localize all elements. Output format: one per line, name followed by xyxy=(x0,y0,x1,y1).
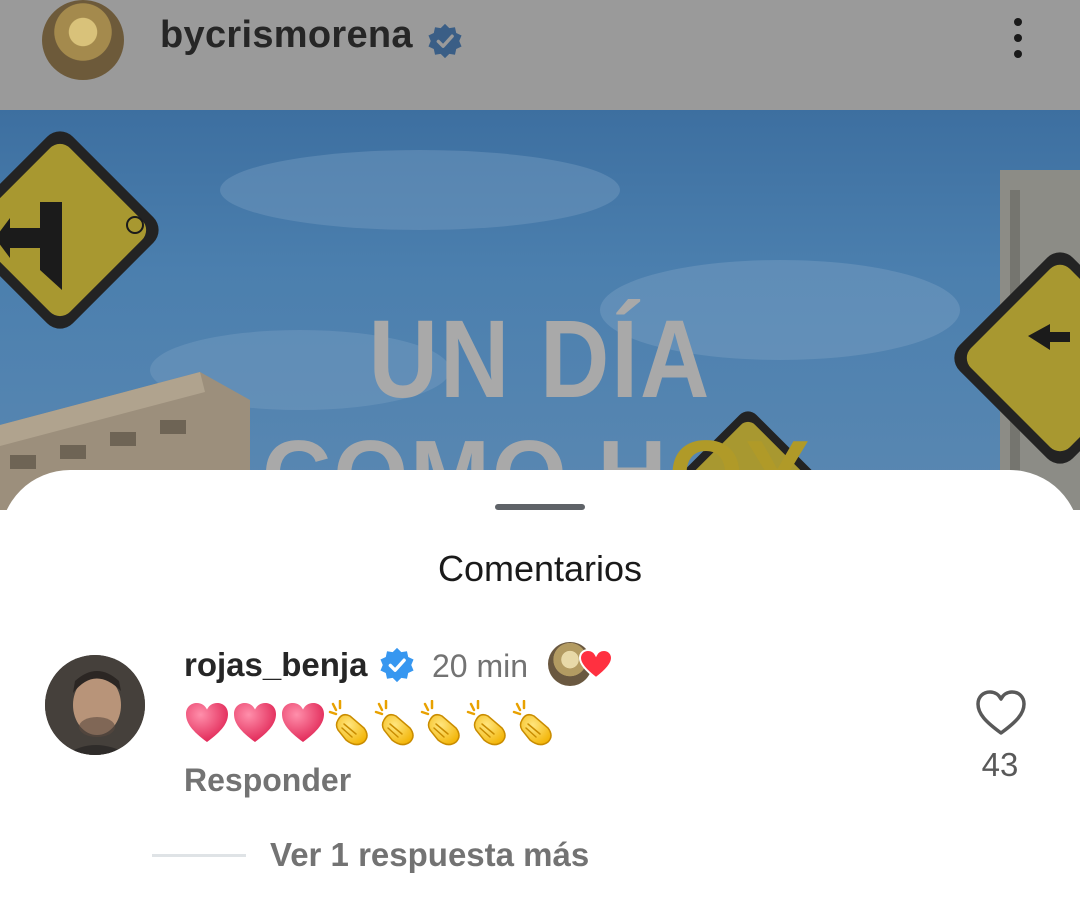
more-vertical-icon[interactable] xyxy=(1000,14,1036,62)
verified-badge-icon xyxy=(380,647,414,683)
author-avatar[interactable] xyxy=(42,0,124,80)
verified-badge-icon xyxy=(428,23,462,59)
drag-handle[interactable] xyxy=(495,504,585,510)
post-header: bycrismorena xyxy=(0,0,1080,110)
liked-by-author-badge xyxy=(548,642,614,688)
view-more-replies-button[interactable]: Ver 1 respuesta más xyxy=(270,836,589,874)
comment-timestamp: 20 min xyxy=(432,648,529,684)
replies-divider xyxy=(152,854,246,857)
reply-button[interactable]: Responder xyxy=(184,762,351,799)
commenter-username[interactable]: rojas_benja xyxy=(184,646,367,684)
heart-outline-icon[interactable] xyxy=(974,688,1028,738)
red-heart-emoji xyxy=(234,703,276,742)
clapping-hands-emoji xyxy=(420,700,460,746)
commenter-avatar-art xyxy=(45,655,145,755)
comments-sheet: Comentarios rojas_benja 20 min Responder… xyxy=(0,470,1080,904)
heart-filled-icon xyxy=(578,648,614,680)
like-count: 43 xyxy=(981,746,1019,783)
post-title-text: UN DÍA xyxy=(368,297,712,421)
author-username[interactable]: bycrismorena xyxy=(160,14,413,57)
clapping-hands-emoji xyxy=(512,700,552,746)
red-heart-emoji xyxy=(282,703,324,742)
comment-text xyxy=(184,698,556,748)
post-image[interactable]: UN DÍA COMO HOY xyxy=(0,110,1080,510)
clapping-hands-emoji xyxy=(328,700,368,746)
clapping-hands-emoji xyxy=(374,700,414,746)
sheet-title: Comentarios xyxy=(437,548,643,589)
red-heart-emoji xyxy=(186,703,228,742)
clapping-hands-emoji xyxy=(466,700,506,746)
commenter-avatar[interactable] xyxy=(45,655,145,755)
